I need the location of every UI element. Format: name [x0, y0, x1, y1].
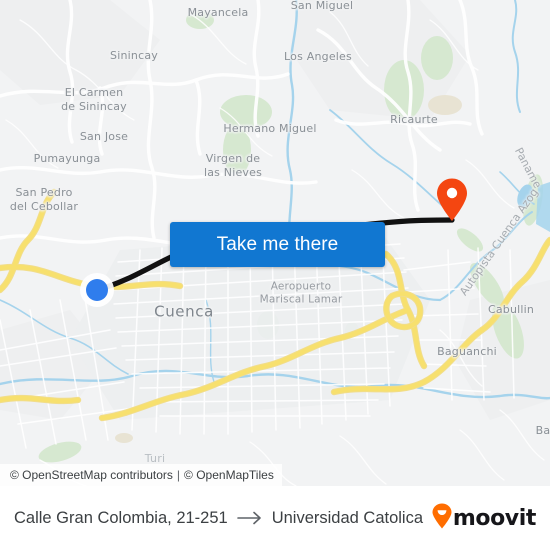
moovit-route-preview: Mayancela San Miguel Sinincay Los Angeles El… [0, 0, 550, 550]
map-attribution: © OpenStreetMap contributors | © OpenMap… [0, 464, 282, 486]
arrow-right-icon [228, 511, 272, 525]
map-pin-icon[interactable] [435, 178, 469, 222]
route-summary: Calle Gran Colombia, 21-251 Universidad … [14, 509, 424, 528]
route-destination-label: Universidad Catolica [271, 508, 424, 527]
moovit-pin-icon [432, 503, 452, 534]
origin-dot-icon[interactable] [80, 273, 114, 307]
route-origin-label: Calle Gran Colombia, 21-251 [14, 508, 228, 527]
attribution-osm[interactable]: © OpenStreetMap contributors [10, 468, 173, 482]
route-footer: Calle Gran Colombia, 21-251 Universidad … [0, 486, 550, 550]
origin-dot [86, 279, 108, 301]
moovit-wordmark: moovit [452, 505, 537, 531]
moovit-logo[interactable]: moovit [432, 503, 536, 534]
map-viewport[interactable]: Mayancela San Miguel Sinincay Los Angeles El… [0, 0, 550, 486]
attribution-separator: | [176, 468, 181, 482]
attribution-openmaptiles[interactable]: © OpenMapTiles [184, 468, 274, 482]
take-me-there-button[interactable]: Take me there [170, 222, 385, 267]
